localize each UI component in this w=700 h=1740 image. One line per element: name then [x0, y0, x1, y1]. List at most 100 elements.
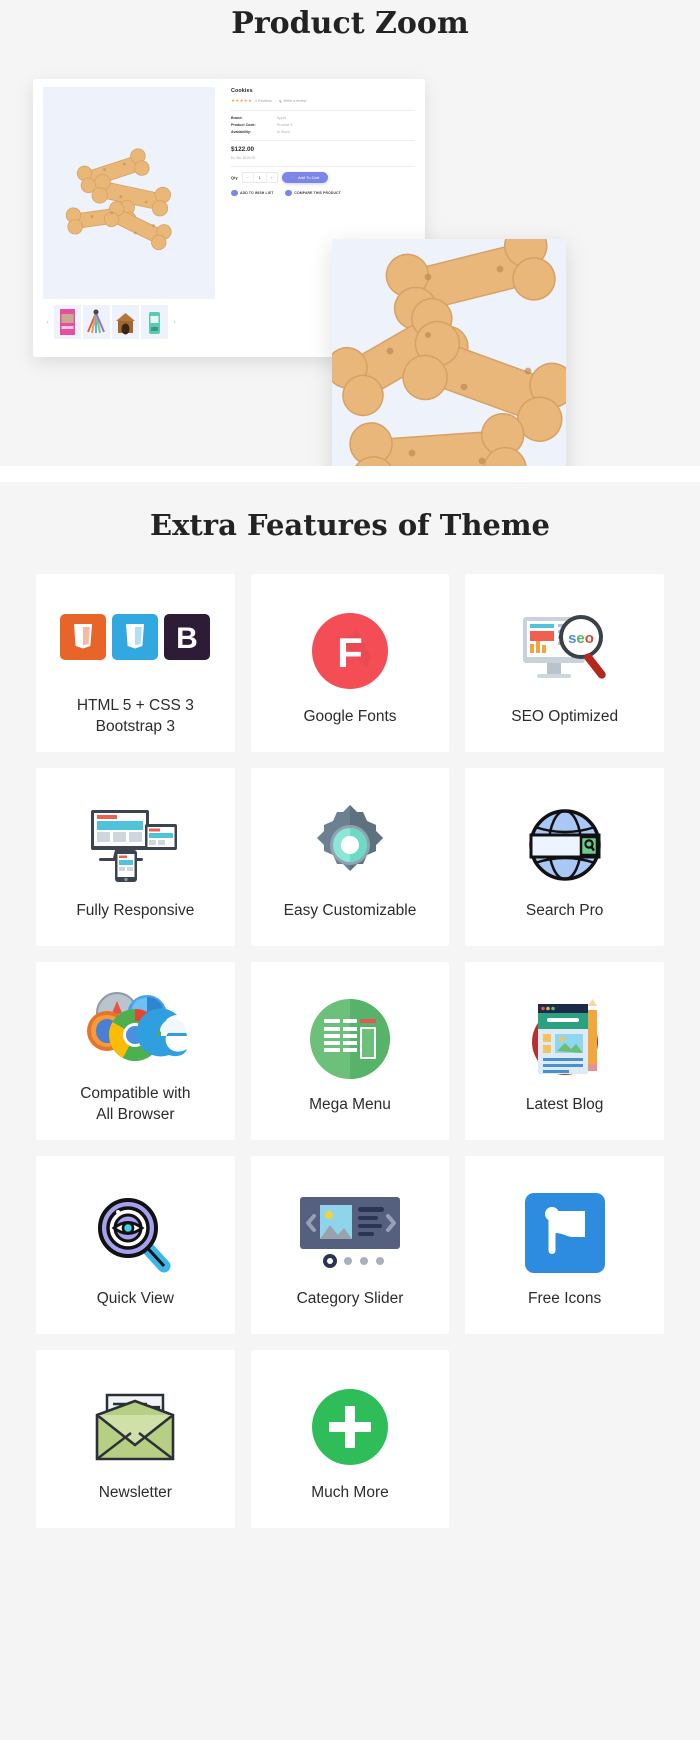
zoom-preview-panel [332, 239, 566, 466]
thumbnail-strip[interactable]: ‹ › [43, 304, 215, 340]
qty-decrement-button[interactable]: − [243, 172, 253, 183]
cart-row: Qty − 1 + 🛒 Add To Cart [231, 171, 415, 183]
thumb-next-arrow[interactable]: › [170, 319, 179, 326]
page-title: Product Zoom [231, 6, 469, 41]
feature-label: Mega Menu [309, 1095, 391, 1113]
plus-circle-icon [310, 1375, 390, 1479]
add-to-cart-label: Add To Cart [298, 174, 320, 180]
feature-card-newsletter[interactable]: Newsletter [36, 1350, 235, 1528]
qty-increment-button[interactable]: + [267, 172, 277, 183]
heart-icon [231, 189, 238, 196]
feature-card-search-pro[interactable]: Search Pro [465, 768, 664, 946]
product-name: Cookies [231, 88, 253, 94]
spec-row-brand: Brand: Apple [231, 116, 415, 120]
globe-search-icon [519, 793, 611, 897]
feature-card-category-slider[interactable]: Category Slider [250, 1156, 450, 1334]
feature-label: HTML 5 + CSS 3 Bootstrap 3 [76, 697, 194, 735]
feature-card-much-more[interactable]: Much More [250, 1350, 450, 1528]
svg-text:F: F [337, 629, 363, 676]
product-specs: Brand: Apple Product Code: Product 5 Ava… [231, 116, 415, 134]
spec-value: Product 5 [277, 123, 293, 127]
feature-card-mega-menu[interactable]: Mega Menu [250, 962, 450, 1140]
divider-1 [231, 110, 415, 111]
newsletter-envelope-icon [89, 1375, 181, 1479]
thumb-prev-arrow[interactable]: ‹ [43, 319, 52, 326]
write-review-label: Write a review [283, 99, 307, 103]
svg-text:seo: seo [568, 630, 594, 647]
feature-card-easy-customizable[interactable]: Easy Customizable [250, 768, 450, 946]
feature-card-seo-optimized[interactable]: seo SEO Optimized [465, 574, 664, 752]
svg-text:B: B [176, 622, 198, 655]
zoomed-cookies-photo [332, 239, 566, 466]
cookies-photo [43, 97, 215, 289]
spec-row-availability: Availability: In Stock [231, 130, 415, 134]
compare-product-button[interactable]: COMPARE THIS PRODUCT [285, 189, 341, 196]
feature-label: Quick View [96, 1289, 174, 1307]
browsers-icon [81, 976, 189, 1080]
google-fonts-icon: F [311, 599, 389, 703]
product-ex-tax: Ex Tax: $100.00 [231, 155, 256, 160]
section-divider-band [0, 466, 700, 482]
mega-menu-icon [308, 987, 392, 1091]
responsive-devices-icon [85, 793, 185, 897]
feature-label: Easy Customizable [283, 901, 417, 919]
latest-blog-icon [522, 987, 608, 1091]
gear-icon [308, 793, 392, 897]
pencil-icon: ✎ [278, 98, 283, 104]
feature-card-quick-view[interactable]: Quick View [36, 1156, 235, 1334]
feature-card-google-fonts[interactable]: F Google Fonts [250, 574, 450, 752]
star-rating-icon: ★★★★★ [231, 98, 253, 103]
product-rating-row: ★★★★★ 0 Reviews | ✎ Write a review [231, 98, 415, 104]
features-grid: B HTML 5 + CSS 3 Bootstrap 3 F Google Fon… [36, 574, 664, 1528]
spec-key: Product Code: [231, 123, 256, 127]
feature-label: SEO Optimized [511, 707, 619, 725]
compare-icon [285, 189, 292, 196]
product-action-links: ADD TO WISH LIST COMPARE THIS PRODUCT [231, 189, 415, 196]
extra-features-section: Extra Features of Theme B HTML 5 + CSS 3… [0, 482, 700, 1562]
product-main-image[interactable] [43, 87, 215, 299]
qty-label: Qty [231, 174, 238, 180]
feature-grid-empty-cell [465, 1350, 664, 1528]
quick-view-icon [92, 1181, 178, 1285]
feature-card-free-icons[interactable]: Free Icons [465, 1156, 664, 1334]
add-to-wishlist-label: ADD TO WISH LIST [240, 190, 274, 195]
spec-row-product-code: Product Code: Product 5 [231, 123, 415, 127]
quantity-stepper[interactable]: − 1 + [241, 171, 278, 183]
thumbnail-4[interactable] [141, 305, 168, 339]
rating-separator: | [274, 98, 276, 104]
thumbnail-3[interactable] [112, 305, 139, 339]
feature-label: Compatible with All Browser [80, 1085, 191, 1123]
divider-3 [231, 165, 415, 167]
thumbnail-1[interactable] [54, 305, 81, 339]
add-to-cart-button[interactable]: 🛒 Add To Cart [281, 171, 329, 183]
thumbnail-2[interactable] [83, 305, 110, 339]
qty-input[interactable]: 1 [252, 171, 267, 183]
feature-label: Latest Blog [525, 1095, 604, 1113]
product-price: $122.00 [231, 146, 255, 153]
feature-card-compatible-all-browser[interactable]: Compatible with All Browser [36, 962, 235, 1140]
feature-card-fully-responsive[interactable]: Fully Responsive [36, 768, 235, 946]
cart-icon: 🛒 [290, 174, 296, 180]
category-slider-icon [298, 1181, 402, 1285]
spec-value[interactable]: Apple [277, 116, 286, 120]
feature-label: Google Fonts [303, 707, 397, 725]
feature-label: Search Pro [525, 901, 604, 919]
write-review-link[interactable]: ✎ Write a review [279, 99, 307, 104]
features-title: Extra Features of Theme [150, 508, 550, 542]
feature-label: Fully Responsive [76, 901, 195, 919]
spec-key: Availability: [231, 130, 252, 134]
feature-label: Category Slider [296, 1289, 404, 1307]
product-zoom-stage: ‹ › Cookies ★★★★★ 0 Reviews | ✎ Write a … [0, 41, 700, 466]
product-gallery: ‹ › [33, 79, 223, 357]
feature-card-latest-blog[interactable]: Latest Blog [465, 962, 664, 1140]
flag-icon [524, 1181, 605, 1285]
feature-label: Much More [311, 1483, 389, 1501]
add-to-wishlist-button[interactable]: ADD TO WISH LIST [231, 189, 274, 196]
spec-value: In Stock [277, 130, 290, 134]
compare-label: COMPARE THIS PRODUCT [294, 190, 341, 195]
feature-card-html5-css3-bootstrap[interactable]: B HTML 5 + CSS 3 Bootstrap 3 [36, 574, 235, 752]
review-count[interactable]: 0 Reviews [255, 99, 272, 103]
spec-key: Brand: [231, 116, 243, 120]
html5-css3-bootstrap-icon: B [60, 588, 211, 692]
feature-label: Newsletter [98, 1483, 172, 1501]
